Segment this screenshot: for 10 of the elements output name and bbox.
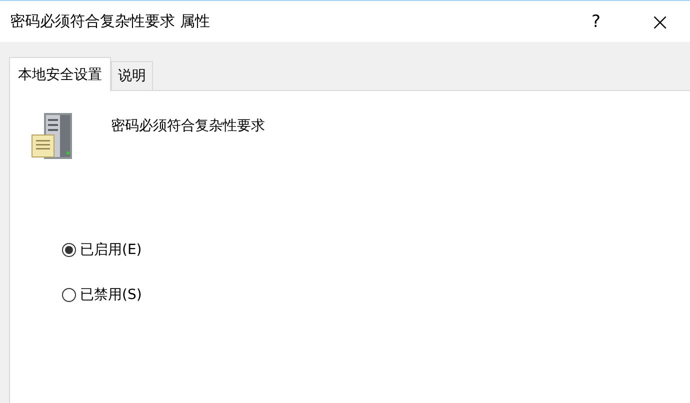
radio-button[interactable] <box>62 288 76 302</box>
radio-label[interactable]: 已启用(E) <box>80 241 142 259</box>
tab[interactable]: 说明 <box>111 61 153 90</box>
window-title: 密码必须符合复杂性要求 属性 <box>10 12 210 31</box>
close-button[interactable]: × <box>642 6 678 36</box>
policy-name: 密码必须符合复杂性要求 <box>111 117 265 135</box>
help-button[interactable]: ? <box>578 6 614 36</box>
radio-button[interactable] <box>62 243 76 257</box>
radio-label[interactable]: 已禁用(S) <box>80 286 142 304</box>
tab[interactable]: 本地安全设置 <box>9 57 111 91</box>
